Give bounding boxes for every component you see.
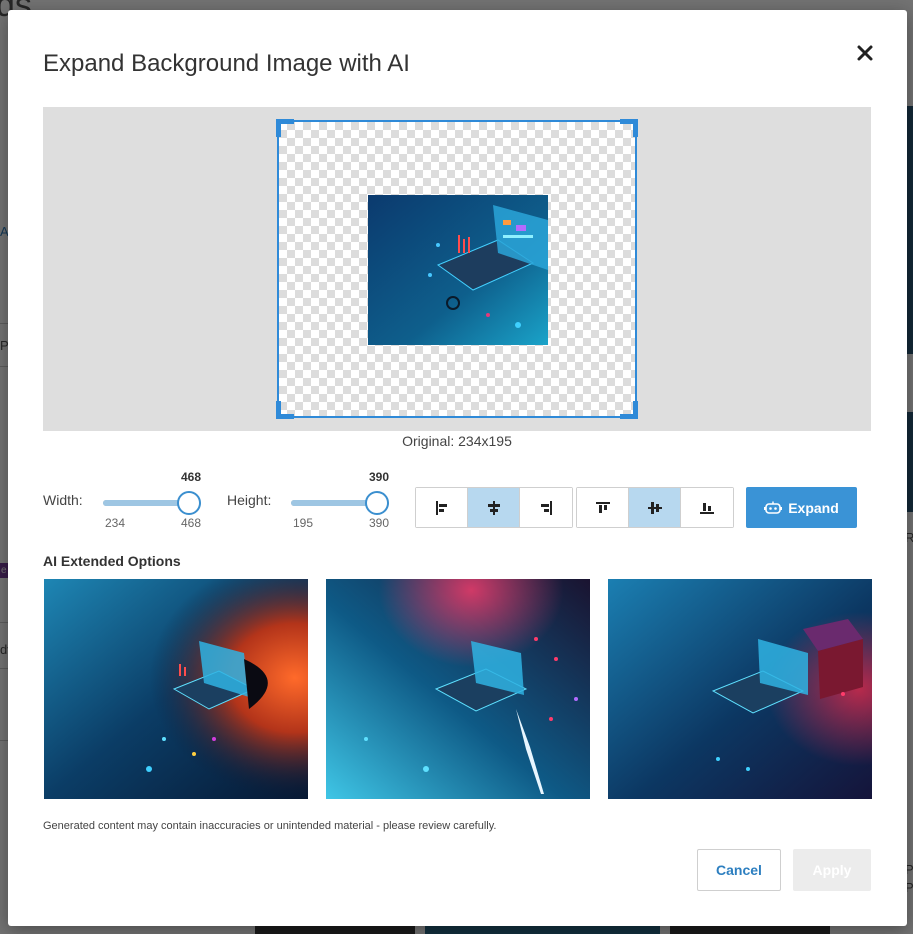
align-center-horizontal-icon: [487, 500, 500, 515]
height-min-value: 195: [293, 516, 314, 530]
resize-handle-bottom-left[interactable]: [276, 401, 294, 419]
cancel-button[interactable]: Cancel: [697, 849, 781, 891]
width-slider-thumb[interactable]: [177, 491, 201, 515]
ai-option-3[interactable]: [608, 579, 872, 799]
align-right-button[interactable]: [520, 488, 572, 527]
horizontal-align-group: [415, 487, 573, 528]
original-image: [368, 195, 548, 345]
align-top-button[interactable]: [577, 488, 629, 527]
resize-handle-top-left[interactable]: [276, 119, 294, 137]
apply-button: Apply: [793, 849, 871, 891]
preview-area: [43, 107, 871, 431]
height-slider-thumb[interactable]: [365, 491, 389, 515]
resize-handle-top-right[interactable]: [620, 119, 638, 137]
width-min-value: 234: [105, 516, 126, 530]
align-top-icon: [595, 501, 610, 513]
robot-icon: [764, 501, 783, 514]
expand-background-dialog: Expand Background Image with AI Original…: [8, 10, 907, 926]
align-bottom-icon: [700, 502, 714, 514]
expand-button-label: Expand: [788, 499, 839, 516]
width-max-value: 468: [181, 516, 202, 530]
align-center-horizontal-button[interactable]: [468, 488, 520, 527]
ai-disclaimer: Generated content may contain inaccuraci…: [43, 820, 497, 832]
height-max-value: 390: [369, 516, 390, 530]
ai-options-title: AI Extended Options: [43, 553, 181, 569]
align-left-icon: [435, 500, 447, 515]
original-size-caption: Original: 234x195: [402, 433, 512, 449]
ai-option-1[interactable]: [44, 579, 308, 799]
vertical-align-group: [576, 487, 734, 528]
align-middle-vertical-button[interactable]: [629, 488, 681, 527]
align-left-button[interactable]: [416, 488, 468, 527]
align-middle-vertical-icon: [647, 501, 662, 514]
height-current-value: 390: [369, 470, 390, 484]
height-label: Height:: [227, 492, 272, 508]
expand-button[interactable]: Expand: [746, 487, 857, 528]
expand-canvas[interactable]: [276, 119, 638, 419]
ai-option-2[interactable]: [326, 579, 590, 799]
height-slider[interactable]: 390 195 390: [291, 470, 389, 530]
resize-handle-bottom-right[interactable]: [620, 401, 638, 419]
width-current-value: 468: [181, 470, 202, 484]
dialog-title: Expand Background Image with AI: [43, 50, 410, 77]
align-bottom-button[interactable]: [681, 488, 733, 527]
width-slider[interactable]: 468 234 468: [103, 470, 201, 530]
close-icon[interactable]: [854, 42, 876, 64]
width-label: Width:: [43, 492, 83, 508]
align-right-icon: [541, 500, 552, 515]
